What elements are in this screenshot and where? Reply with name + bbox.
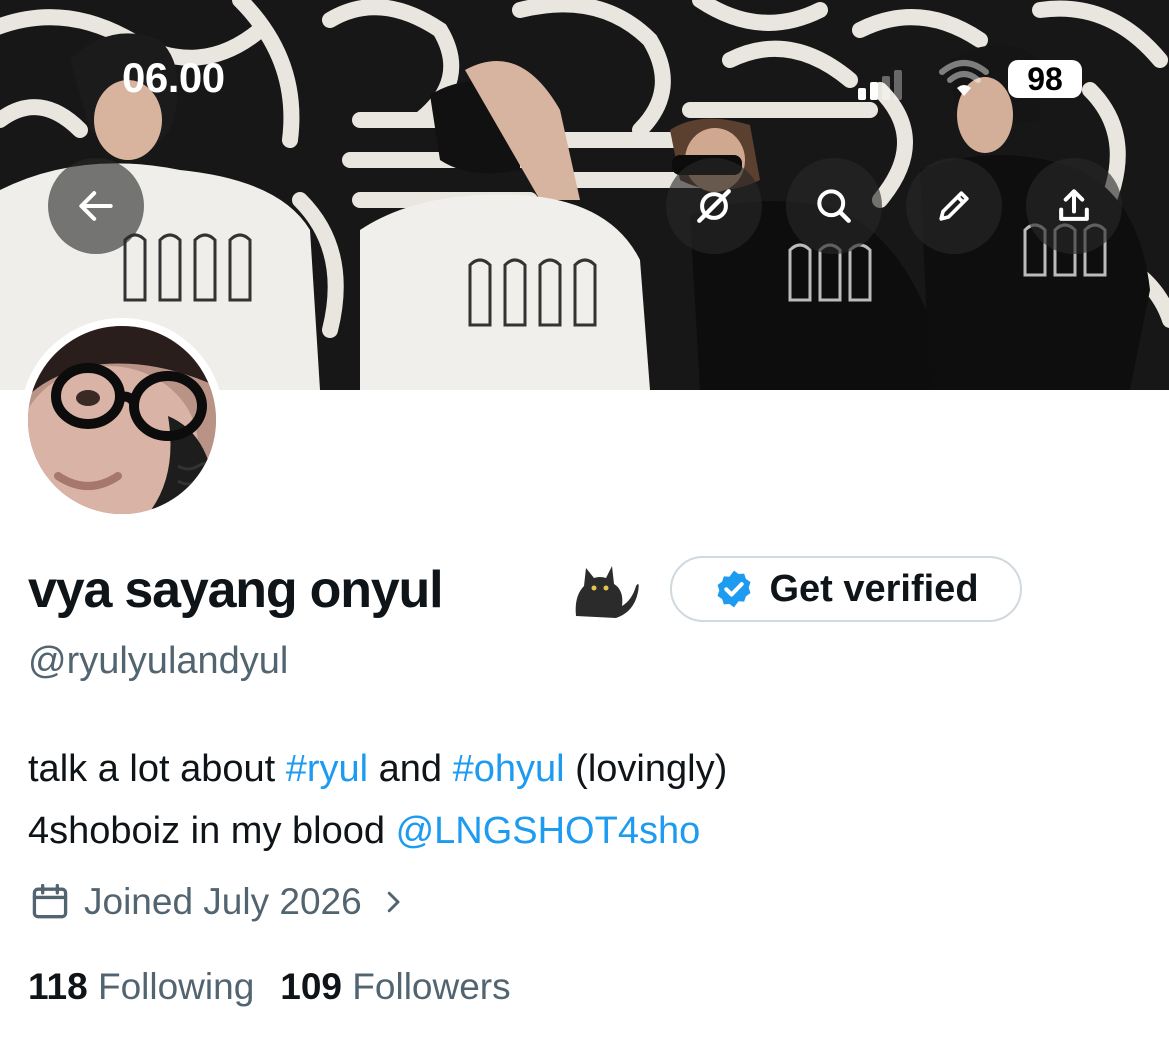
profile-bio: talk a lot about #ryul and #ohyul (lovin… [28, 738, 727, 862]
pencil-icon [939, 191, 969, 221]
status-time: 06.00 [122, 54, 225, 101]
calendar-icon [32, 883, 68, 919]
search-button[interactable] [786, 158, 882, 254]
following-link[interactable]: 118 Following [28, 966, 254, 1007]
profile-banner[interactable]: 06.00 98 [0, 0, 1169, 390]
search-icon [817, 189, 851, 223]
grok-button[interactable] [666, 158, 762, 254]
following-count: 118 [28, 966, 88, 1007]
follow-stats: 118 Following 109 Followers [28, 966, 511, 1008]
bio-line-1: talk a lot about #ryul and #ohyul (lovin… [28, 738, 727, 800]
user-handle: @ryulyulandyul [28, 640, 289, 682]
battery-indicator: 98 [1008, 60, 1082, 98]
bio-text: and [368, 748, 453, 790]
arrow-left-icon [79, 191, 113, 221]
back-button[interactable] [48, 158, 144, 254]
avatar-photo [28, 326, 216, 514]
mention-link[interactable]: @LNGSHOT4sho [396, 810, 701, 852]
avatar[interactable] [20, 318, 224, 522]
cat-emoji-icon [575, 566, 639, 618]
grok-icon [697, 189, 731, 223]
following-label: Following [97, 966, 255, 1007]
edit-button[interactable] [906, 158, 1002, 254]
bio-text: 4shoboiz in my blood [28, 810, 396, 852]
wifi-icon [939, 60, 989, 96]
followers-label: Followers [352, 966, 511, 1007]
share-button[interactable] [1026, 158, 1122, 254]
get-verified-label: Get verified [769, 567, 979, 610]
chevron-right-icon [387, 891, 400, 913]
bio-line-2: 4shoboiz in my blood @LNGSHOT4sho [28, 800, 727, 862]
joined-date[interactable]: Joined July 2026 [28, 880, 408, 924]
joined-label: Joined July 2026 [84, 881, 362, 922]
signal-icon [858, 70, 906, 100]
get-verified-button[interactable]: Get verified [670, 556, 1022, 622]
verified-badge-icon [718, 570, 751, 608]
share-icon [1059, 189, 1089, 221]
hashtag-link[interactable]: #ohyul [453, 748, 565, 790]
bio-text: (lovingly) [564, 748, 728, 790]
display-name: vya sayang onyul [28, 561, 444, 619]
bio-text: talk a lot about [28, 748, 286, 790]
hashtag-link[interactable]: #ryul [286, 748, 368, 790]
followers-link[interactable]: 109 Followers [280, 966, 510, 1007]
followers-count: 109 [280, 966, 343, 1007]
